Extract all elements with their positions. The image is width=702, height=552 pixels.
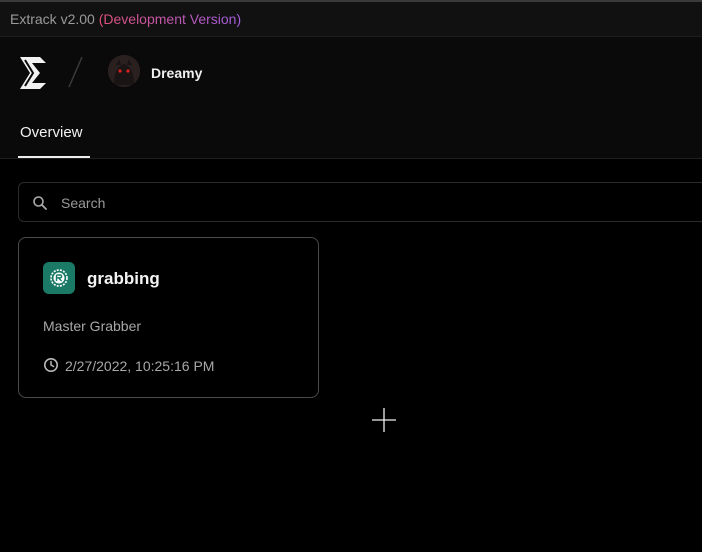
project-timestamp: 2/27/2022, 10:25:16 PM bbox=[65, 358, 215, 374]
tab-overview[interactable]: Overview bbox=[18, 124, 90, 158]
search-input[interactable] bbox=[59, 183, 702, 223]
breadcrumb-separator bbox=[68, 56, 83, 88]
search-icon bbox=[33, 196, 47, 210]
window-title: Extrack v2.00 (Development Version) bbox=[10, 11, 241, 27]
tab-overview-label: Overview bbox=[20, 124, 83, 141]
extrack-logo-icon[interactable] bbox=[18, 55, 48, 91]
project-badge bbox=[43, 262, 75, 294]
crosshair-cursor-icon bbox=[372, 408, 396, 432]
dev-version-label: (Development Version) bbox=[98, 11, 242, 27]
project-card[interactable]: grabbing Master Grabber 2/27/2022, 10:25… bbox=[18, 237, 319, 398]
username[interactable]: Dreamy bbox=[151, 65, 202, 81]
title-bar: Extrack v2.00 (Development Version) bbox=[0, 0, 702, 37]
avatar[interactable] bbox=[108, 55, 140, 87]
app-title: Extrack v2.00 bbox=[10, 11, 95, 27]
project-name: grabbing bbox=[87, 269, 160, 288]
rust-icon bbox=[50, 269, 68, 287]
project-description: Master Grabber bbox=[43, 318, 142, 334]
search-bar[interactable] bbox=[18, 182, 702, 223]
clock-icon bbox=[44, 358, 58, 372]
top-header: Dreamy Overview bbox=[0, 37, 702, 159]
